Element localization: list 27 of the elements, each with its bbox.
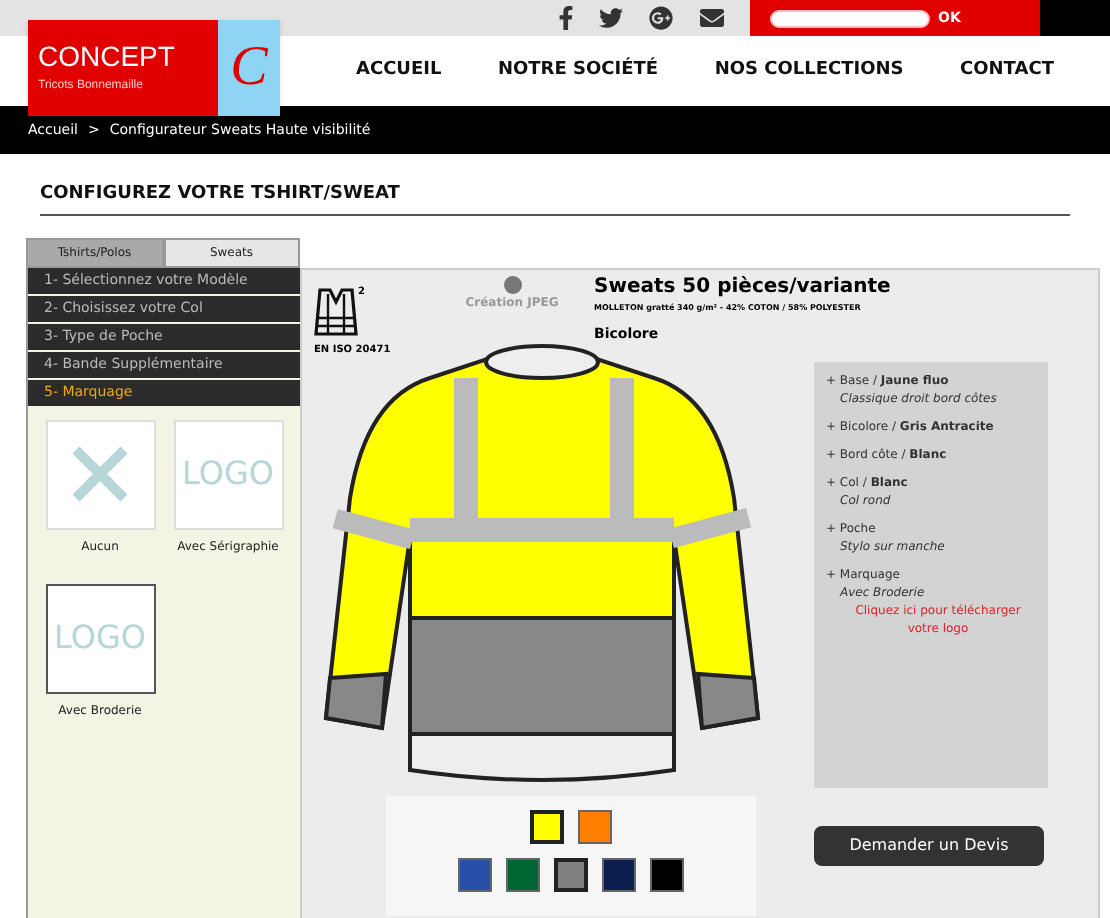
safety-vest-icon xyxy=(314,285,358,337)
nav-link[interactable]: CONTACT xyxy=(960,57,1054,85)
nav-link[interactable]: NOS COLLECTIONS xyxy=(714,57,904,85)
color-swatch[interactable] xyxy=(602,858,636,892)
nav-link[interactable]: NOTRE SOCIÉTÉ xyxy=(497,57,659,85)
cross-icon xyxy=(70,444,130,504)
logo-placeholder: LOGO xyxy=(182,452,274,496)
color-swatch[interactable] xyxy=(506,858,540,892)
color-swatch[interactable] xyxy=(554,858,588,892)
logo-placeholder: LOGO xyxy=(54,616,146,660)
color-swatch[interactable] xyxy=(458,858,492,892)
logo-letter: C xyxy=(230,34,268,102)
color-swatch[interactable] xyxy=(530,810,564,844)
quote-button[interactable]: Demander un Devis xyxy=(814,826,1044,866)
nav-link[interactable]: ACCUEIL xyxy=(356,57,442,85)
product-title: Sweats 50 pièces/variante xyxy=(594,273,891,301)
facebook-icon[interactable] xyxy=(558,6,574,30)
page-title: CONFIGUREZ VOTRE TSHIRT/SWEAT xyxy=(40,182,402,208)
google-plus-icon[interactable] xyxy=(648,6,674,30)
mail-icon[interactable] xyxy=(698,6,726,30)
logo-name: CONCEPT xyxy=(38,41,177,69)
search-field[interactable] xyxy=(770,9,930,27)
color-swatch[interactable] xyxy=(578,810,612,844)
twitter-icon[interactable] xyxy=(598,6,624,30)
top-bar-corner xyxy=(1040,0,1110,36)
camera-icon[interactable] xyxy=(503,275,521,293)
color-swatch[interactable] xyxy=(650,858,684,892)
